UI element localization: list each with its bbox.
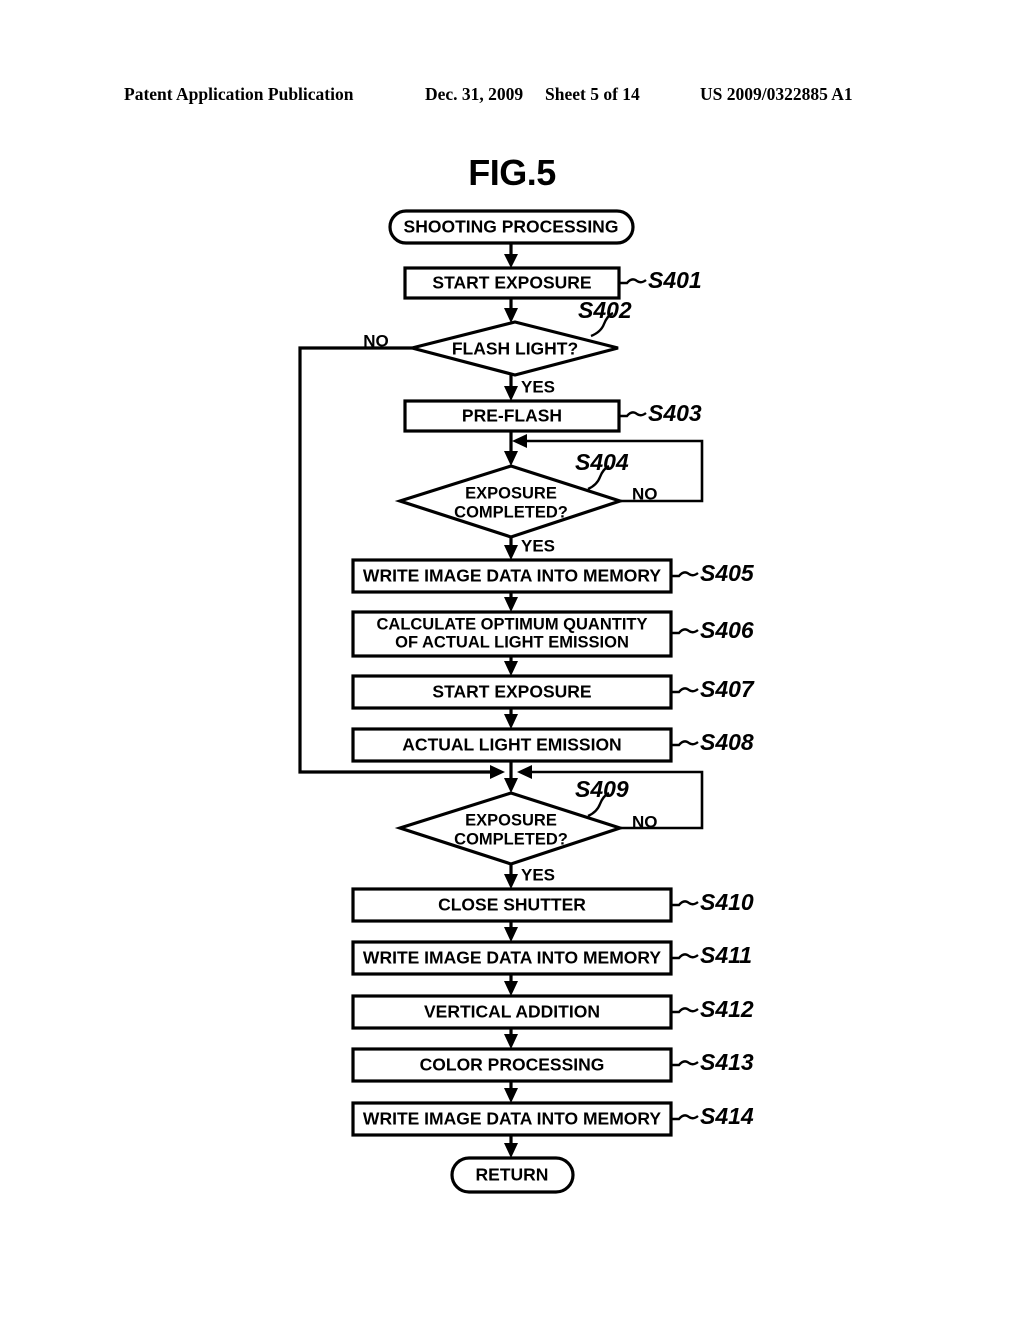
node-s406-calculate-optimum-quantity[interactable]: CALCULATE OPTIMUM QUANTITY OF ACTUAL LIG… <box>351 610 673 658</box>
step-id-s406: S406 <box>671 617 754 643</box>
step-id-s404: S404 <box>575 449 629 491</box>
leader-line-s410 <box>671 900 699 907</box>
step-id-s409: S409 <box>575 776 629 818</box>
leader-line-s401 <box>619 278 647 285</box>
arrowhead-s406-to-s407 <box>504 661 518 676</box>
step-id-s410: S410 <box>671 889 754 915</box>
step-id-label-s409: S409 <box>575 776 629 802</box>
node-label-s409-line1: EXPOSURE <box>465 811 557 829</box>
node-label-s408: ACTUAL LIGHT EMISSION <box>402 735 621 755</box>
leader-line-s413 <box>671 1060 699 1067</box>
leader-line-s408 <box>671 740 699 747</box>
node-s402-flash-light[interactable]: FLASH LIGHT? <box>411 320 619 377</box>
arrowhead-s410-to-s411 <box>504 927 518 942</box>
branch-label-s404-yes: YES <box>521 536 555 555</box>
step-id-s414: S414 <box>671 1103 754 1129</box>
step-id-label-s410: S410 <box>700 889 754 915</box>
node-s411-write-image-data[interactable]: WRITE IMAGE DATA INTO MEMORY <box>351 940 673 976</box>
node-s404-exposure-completed[interactable]: EXPOSURE COMPLETED? <box>394 464 626 539</box>
arrowhead-s412-to-s413 <box>504 1034 518 1049</box>
step-id-label-s413: S413 <box>700 1049 754 1075</box>
node-label-s404-line2: COMPLETED? <box>454 503 568 521</box>
step-id-label-s411: S411 <box>700 942 752 968</box>
arrowhead-s405-to-s406 <box>504 597 518 612</box>
node-s401-start-exposure[interactable]: START EXPOSURE <box>403 266 621 300</box>
node-label-s414: WRITE IMAGE DATA INTO MEMORY <box>363 1109 661 1129</box>
step-id-label-s401: S401 <box>648 267 702 293</box>
leader-line-s403 <box>619 411 647 418</box>
node-label-s412: VERTICAL ADDITION <box>424 1002 600 1022</box>
node-label-s410: CLOSE SHUTTER <box>438 895 586 915</box>
step-id-s408: S408 <box>671 729 754 755</box>
leader-line-s405 <box>671 571 699 578</box>
node-label-shooting-processing: SHOOTING PROCESSING <box>404 217 619 237</box>
node-return[interactable]: RETURN <box>450 1156 575 1194</box>
leader-line-s411 <box>671 953 699 960</box>
step-id-s411: S411 <box>671 942 752 968</box>
step-id-label-s404: S404 <box>575 449 629 475</box>
arrowhead-s409-yes-to-s410 <box>504 874 518 889</box>
step-id-label-s406: S406 <box>700 617 754 643</box>
arrowhead-start-to-s401 <box>504 254 518 268</box>
arrowhead-s402-no-merge <box>490 765 505 779</box>
arrowhead-s402-yes-to-s403 <box>504 386 518 401</box>
branch-label-s404-no: NO <box>632 484 658 503</box>
step-id-label-s407: S407 <box>700 676 755 702</box>
patent-figure-page: Patent Application Publication Dec. 31, … <box>0 0 1024 1320</box>
step-id-s401: S401 <box>619 267 702 293</box>
leader-line-s406 <box>671 628 699 635</box>
node-s408-actual-light-emission[interactable]: ACTUAL LIGHT EMISSION <box>351 727 673 763</box>
arrowhead-s403-to-s404 <box>504 451 518 466</box>
node-label-s403: PRE-FLASH <box>462 406 562 426</box>
arrowhead-s404-yes-to-s405 <box>504 545 518 560</box>
node-s413-color-processing[interactable]: COLOR PROCESSING <box>351 1047 673 1083</box>
step-id-label-s403: S403 <box>648 400 702 426</box>
node-label-s413: COLOR PROCESSING <box>420 1055 605 1075</box>
node-s410-close-shutter[interactable]: CLOSE SHUTTER <box>351 887 673 923</box>
node-label-s402: FLASH LIGHT? <box>452 339 578 359</box>
node-label-s401: START EXPOSURE <box>432 273 591 293</box>
node-label-s405: WRITE IMAGE DATA INTO MEMORY <box>363 566 661 586</box>
arrowhead-s404-no-loop <box>512 434 527 448</box>
step-id-s402: S402 <box>578 297 632 338</box>
step-id-label-s408: S408 <box>700 729 754 755</box>
arrowhead-s408-to-s409 <box>504 778 518 793</box>
arrowhead-s414-to-return <box>504 1143 518 1158</box>
branch-label-s409-no: NO <box>632 812 658 831</box>
arrowhead-s413-to-s414 <box>504 1088 518 1103</box>
leader-line-s407 <box>671 687 699 694</box>
node-label-s406-line2: OF ACTUAL LIGHT EMISSION <box>395 633 629 651</box>
node-s409-exposure-completed[interactable]: EXPOSURE COMPLETED? <box>394 791 626 866</box>
branch-label-s409-yes: YES <box>521 865 555 884</box>
leader-line-s414 <box>671 1114 699 1121</box>
node-label-s409-line2: COMPLETED? <box>454 830 568 848</box>
step-id-label-s405: S405 <box>700 560 755 586</box>
step-id-label-s402: S402 <box>578 297 632 323</box>
branch-label-s402-yes: YES <box>521 377 555 396</box>
node-label-s407: START EXPOSURE <box>432 682 591 702</box>
node-s403-pre-flash[interactable]: PRE-FLASH <box>403 399 621 433</box>
arrowhead-s409-no-merge <box>517 765 532 779</box>
node-label-s404-line1: EXPOSURE <box>465 484 557 502</box>
node-label-s411: WRITE IMAGE DATA INTO MEMORY <box>363 948 661 968</box>
step-id-s403: S403 <box>619 400 702 426</box>
leader-line-s412 <box>671 1007 699 1014</box>
step-id-s413: S413 <box>671 1049 754 1075</box>
step-id-label-s414: S414 <box>700 1103 754 1129</box>
step-id-s405: S405 <box>671 560 755 586</box>
node-s407-start-exposure[interactable]: START EXPOSURE <box>351 674 673 710</box>
node-s412-vertical-addition[interactable]: VERTICAL ADDITION <box>351 994 673 1030</box>
step-id-s407: S407 <box>671 676 755 702</box>
node-s405-write-image-data[interactable]: WRITE IMAGE DATA INTO MEMORY <box>351 558 673 594</box>
flowchart-diagram: NO YES NO YES NO YES SHOOTING PROCESSING… <box>298 209 755 1194</box>
arrowhead-s407-to-s408 <box>504 714 518 729</box>
step-id-s412: S412 <box>671 996 754 1022</box>
node-shooting-processing[interactable]: SHOOTING PROCESSING <box>388 209 635 245</box>
branch-label-s402-no: NO <box>363 331 389 350</box>
node-label-return: RETURN <box>476 1165 549 1185</box>
node-s414-write-image-data[interactable]: WRITE IMAGE DATA INTO MEMORY <box>351 1101 673 1137</box>
step-id-label-s412: S412 <box>700 996 754 1022</box>
arrowhead-s411-to-s412 <box>504 981 518 996</box>
node-label-s406-line1: CALCULATE OPTIMUM QUANTITY <box>376 615 647 633</box>
